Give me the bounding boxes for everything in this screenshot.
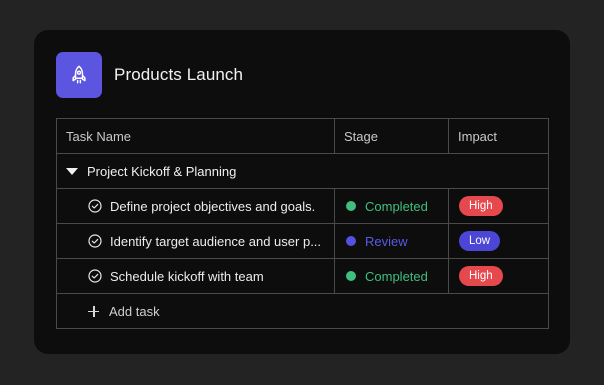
project-title: Products Launch [114,65,244,84]
stage-label: Review [365,233,408,249]
add-task-row[interactable]: Add task [56,293,549,329]
impact-cell[interactable]: High [448,188,549,224]
task-name: Define project objectives and goals. [110,198,316,214]
stage-dot-icon [346,201,356,211]
column-header-stage[interactable]: Stage [334,118,449,154]
impact-badge[interactable]: Low [459,231,501,251]
check-circle-icon[interactable] [88,199,102,213]
add-task-label: Add task [109,303,160,319]
column-header-impact[interactable]: Impact [448,118,549,154]
group-cell[interactable]: Project Kickoff & Planning [56,153,549,189]
group-row[interactable]: Project Kickoff & Planning [56,153,549,189]
task-table: Task Name Stage Impact Project Kickoff &… [56,118,549,329]
task-cell[interactable]: Identify target audience and user p... [56,223,335,259]
table-row[interactable]: Define project objectives and goals. Com… [56,188,549,224]
table-row[interactable]: Schedule kickoff with team Completed Hig… [56,258,549,294]
task-name: Schedule kickoff with team [110,268,264,284]
project-card: Products Launch Task Name Stage Impact P… [34,30,570,354]
stage-label: Completed [365,198,428,214]
impact-badge[interactable]: High [459,266,503,286]
stage-dot-icon [346,271,356,281]
rocket-icon [56,52,102,98]
stage-label: Completed [365,268,428,284]
impact-cell[interactable]: High [448,258,549,294]
stage-cell[interactable]: Completed [334,258,449,294]
stage-dot-icon [346,236,356,246]
plus-icon [88,305,99,317]
group-label: Project Kickoff & Planning [87,163,237,179]
table-row[interactable]: Identify target audience and user p... R… [56,223,549,259]
stage-cell[interactable]: Review [334,223,449,259]
check-circle-icon[interactable] [88,269,102,283]
column-header-task-name[interactable]: Task Name [56,118,335,154]
caret-down-icon[interactable] [66,168,78,175]
stage-cell[interactable]: Completed [334,188,449,224]
task-cell[interactable]: Schedule kickoff with team [56,258,335,294]
task-name: Identify target audience and user p... [110,233,322,249]
impact-cell[interactable]: Low [448,223,549,259]
table-header-row: Task Name Stage Impact [56,118,549,154]
task-cell[interactable]: Define project objectives and goals. [56,188,335,224]
add-task-button[interactable]: Add task [56,293,549,329]
check-circle-icon[interactable] [88,234,102,248]
impact-badge[interactable]: High [459,196,503,216]
project-header: Products Launch [56,52,243,98]
